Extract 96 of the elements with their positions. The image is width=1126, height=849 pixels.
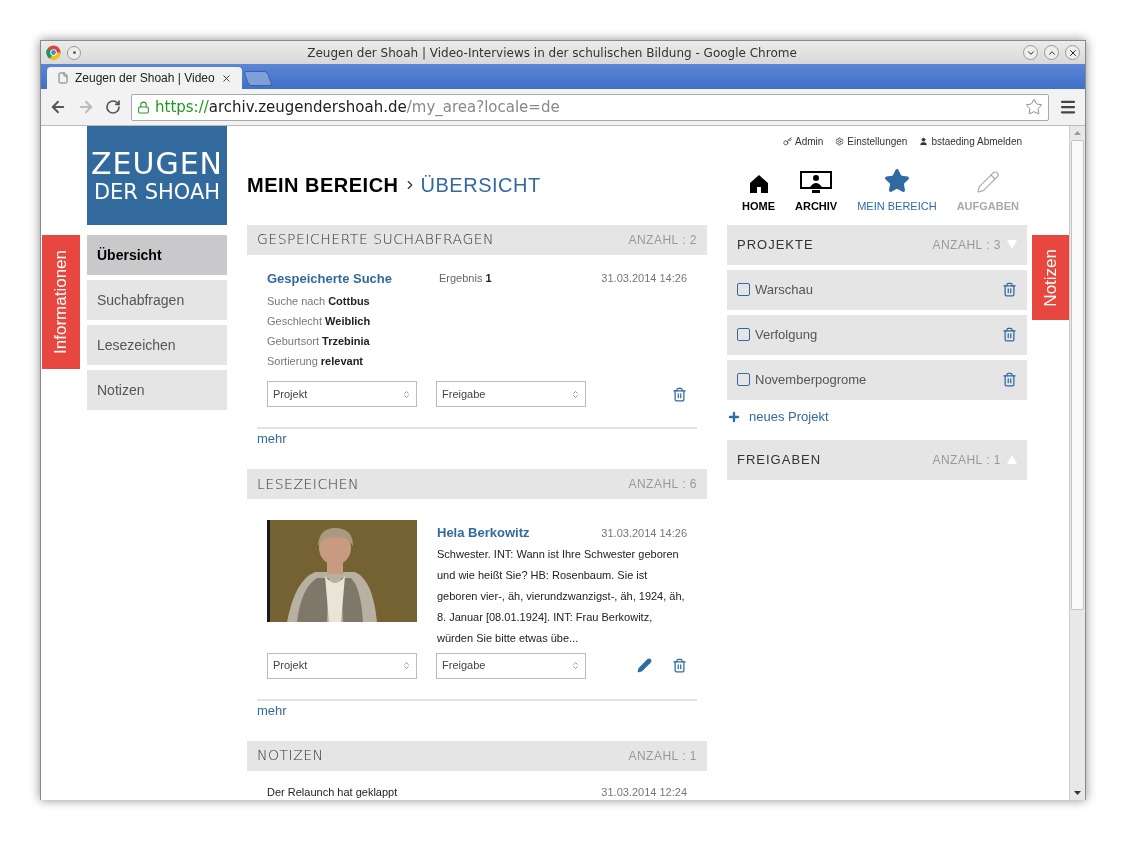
close-button[interactable] xyxy=(1065,45,1080,60)
bookmark-star-icon[interactable] xyxy=(1025,98,1043,116)
date-text: 31.03.2014 12:24 xyxy=(601,784,687,800)
project-row[interactable]: Warschau xyxy=(727,269,1027,310)
search-parameter: Suche nach Cottbus xyxy=(267,294,371,309)
section-title: GESPEICHERTE SUCHABFRAGEN xyxy=(257,230,495,249)
section-count: ANZAHL : 1 xyxy=(932,451,1001,469)
side-tab[interactable]: Notizen xyxy=(1032,235,1069,320)
scroll-down-icon[interactable] xyxy=(1074,791,1081,795)
search-title[interactable]: Gespeicherte Suche xyxy=(267,268,439,288)
section-count: ANZAHL : 2 xyxy=(628,231,697,249)
section-title: PROJEKTE xyxy=(737,235,815,254)
logo-text: DER SHOAH xyxy=(93,179,221,204)
key-icon xyxy=(782,137,792,146)
breadcrumb-item[interactable]: MEIN BEREICH xyxy=(247,169,399,200)
sidebar-item[interactable]: Notizen xyxy=(87,370,227,410)
reload-icon[interactable] xyxy=(105,99,121,115)
page-icon xyxy=(57,72,69,84)
project-row[interactable]: Novemberpogrome xyxy=(727,359,1027,400)
more-link[interactable]: mehr xyxy=(247,429,707,449)
trash-button[interactable] xyxy=(672,658,687,673)
checkbox[interactable] xyxy=(737,328,750,341)
logo-text: ZEUGEN xyxy=(90,147,224,180)
section-count: ANZAHL : 1 xyxy=(628,747,697,765)
user-link[interactable]: Admin xyxy=(782,134,824,149)
browser-logo-icon xyxy=(46,45,61,60)
monitor-icon xyxy=(799,169,834,194)
checkbox[interactable] xyxy=(737,373,750,386)
logo[interactable]: ZEUGEN DER SHOAH xyxy=(87,126,227,225)
window-title: Zeugen der Shoah | Video-Interviews in der schulischen Bildung - Google Chrome xyxy=(306,44,798,62)
nav-item[interactable]: HOME xyxy=(742,167,775,212)
browser-tab[interactable]: Zeugen der Shoah | Video xyxy=(47,67,242,89)
scrollbar[interactable] xyxy=(1069,126,1085,800)
select-arrows-icon xyxy=(571,661,580,670)
user-link[interactable]: Einstellungen xyxy=(835,134,908,149)
search-parameter: Geburtsort Trzebinia xyxy=(267,334,371,349)
select-field[interactable]: Freigabe xyxy=(436,381,586,407)
side-tab[interactable]: Informationen xyxy=(42,235,80,369)
settings-icon xyxy=(835,137,845,146)
edit-button[interactable] xyxy=(637,658,652,673)
tab-title: Zeugen der Shoah | Video xyxy=(75,70,215,87)
checkbox[interactable] xyxy=(737,283,750,296)
nav-item[interactable]: ARCHIV xyxy=(795,167,838,212)
trash-button[interactable] xyxy=(1002,372,1017,387)
trash-button[interactable] xyxy=(1002,327,1017,342)
minimize-button[interactable] xyxy=(1023,45,1038,60)
result-count: Ergebnis 1 xyxy=(439,271,493,286)
scroll-up-icon[interactable] xyxy=(1074,131,1081,135)
home-icon xyxy=(748,173,769,194)
select-field[interactable]: Freigabe xyxy=(436,652,586,679)
close-icon xyxy=(1067,47,1078,58)
sidebar-item[interactable]: Suchabfragen xyxy=(87,280,227,320)
breadcrumb-item: ÜBERSICHT xyxy=(420,172,541,198)
lock-icon xyxy=(137,100,150,114)
select-arrows-icon xyxy=(571,389,580,399)
more-link[interactable]: mehr xyxy=(247,700,707,721)
close-icon[interactable] xyxy=(220,72,232,84)
section-title: LESEZEICHEN xyxy=(257,474,360,494)
date-text: 31.03.2014 14:26 xyxy=(601,525,687,541)
section-header[interactable]: PROJEKTE ANZAHL : 3 xyxy=(727,224,1027,265)
sidebar-item[interactable]: Lesezeichen xyxy=(87,325,227,365)
search-parameter: Geschlecht Weiblich xyxy=(267,314,372,329)
new-project-link[interactable]: neues Projekt xyxy=(727,404,1027,430)
project-name: Novemberpogrome xyxy=(755,370,868,389)
select-arrows-icon xyxy=(402,661,411,670)
trash-button[interactable] xyxy=(672,386,687,402)
sidebar-item[interactable]: Übersicht xyxy=(87,235,227,275)
plus-icon xyxy=(727,410,741,424)
section-count: ANZAHL : 3 xyxy=(932,236,1001,254)
trash-button[interactable] xyxy=(1002,282,1017,297)
project-name: Verfolgung xyxy=(755,325,819,344)
user-icon xyxy=(919,137,929,146)
date-text: 31.03.2014 14:26 xyxy=(601,271,687,286)
section-title: NOTIZEN xyxy=(257,746,324,765)
url-text: https://archiv.zeugendershoah.de/my_area?locale=de xyxy=(155,96,561,118)
select-arrows-icon xyxy=(402,389,411,399)
bookmark-title[interactable]: Hela Berkowitz xyxy=(437,523,530,543)
back-icon[interactable] xyxy=(49,98,67,116)
section-count: ANZAHL : 6 xyxy=(628,476,697,493)
nav-item[interactable]: MEIN BEREICH xyxy=(857,167,937,212)
address-field[interactable]: https://archiv.zeugendershoah.de/my_area?locale=de xyxy=(131,93,1049,121)
bookmark-excerpt: Schwester. INT: Wann ist Ihre Schwester geboren und wie heißt Sie? HB: Rosenbaum. Sie ist geboren vier-, äh, vierundzwanzigst-, äh, 1924, äh, 8. Januar [08.01.1924]. INT: Frau Berkowitz, würden Sie bitte etwas übe... xyxy=(437,546,686,646)
window-menu-button[interactable] xyxy=(67,45,81,60)
project-row[interactable]: Verfolgung xyxy=(727,314,1027,355)
select-field[interactable]: Projekt xyxy=(267,381,417,407)
project-name: Warschau xyxy=(755,280,815,299)
search-parameter: Sortierung relevant xyxy=(267,354,365,369)
menu-icon[interactable] xyxy=(1059,98,1077,116)
select-field[interactable]: Projekt xyxy=(267,652,417,679)
section-title: FREIGABEN xyxy=(737,450,823,469)
maximize-button[interactable] xyxy=(1044,45,1059,60)
section-header[interactable]: FREIGABEN ANZAHL : 1 xyxy=(727,439,1027,480)
pencil-icon xyxy=(975,169,1000,194)
star-icon xyxy=(883,167,910,194)
note-text: Der Relaunch hat geklappt xyxy=(267,784,398,800)
user-link[interactable]: bstaeding Abmelden xyxy=(919,134,1022,149)
